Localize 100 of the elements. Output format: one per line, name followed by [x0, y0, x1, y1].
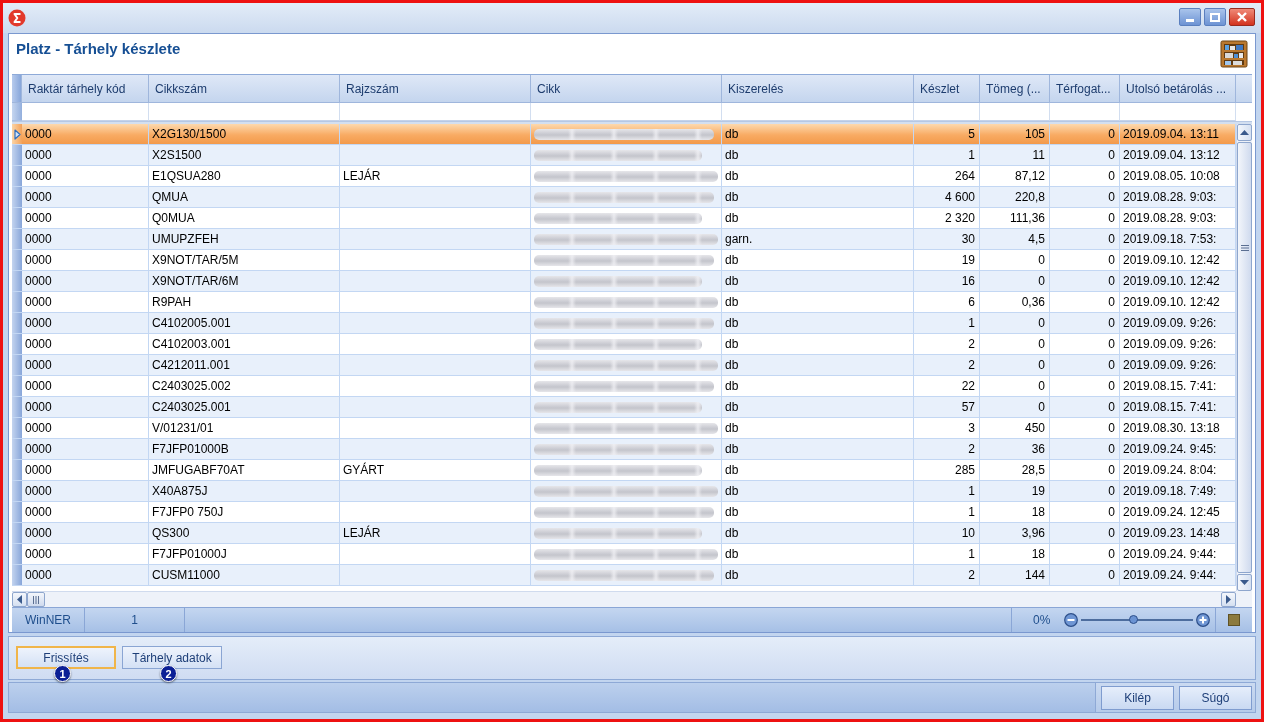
table-row[interactable]: 0000 JMFUGABF70AT GYÁRT db 285 28,5 0 2019.09.24. 8:04:	[12, 460, 1236, 481]
table-row[interactable]: 0000 X2S1500 db 1 11 0 2019.09.04. 13:12	[12, 145, 1236, 166]
filter-field[interactable]	[531, 103, 722, 121]
table-cell: C2403025.002	[149, 376, 340, 396]
table-cell: 30	[914, 229, 980, 249]
row-selector[interactable]	[12, 418, 22, 438]
action-button[interactable]: Tárhely adatok	[122, 646, 222, 669]
scroll-up-button[interactable]	[1237, 124, 1252, 141]
close-button[interactable]	[1229, 8, 1255, 26]
table-cell: db	[722, 523, 914, 543]
zoom-reading: 0%	[1033, 613, 1051, 627]
row-selector[interactable]	[12, 271, 22, 291]
table-cell: 0	[1050, 313, 1120, 333]
scroll-left-button[interactable]	[12, 592, 27, 607]
column-header[interactable]: Készlet	[914, 75, 980, 103]
table-row[interactable]: 0000 X40A875J db 1 19 0 2019.09.18. 7:49:	[12, 481, 1236, 502]
row-selector[interactable]	[12, 502, 22, 522]
row-selector[interactable]	[12, 544, 22, 564]
row-selector[interactable]	[12, 145, 22, 165]
column-header[interactable]: Térfogat...	[1050, 75, 1120, 103]
filter-field[interactable]	[722, 103, 914, 121]
table-cell: 0000	[22, 250, 149, 270]
horizontal-scrollbar[interactable]	[12, 591, 1236, 607]
table-cell: db	[722, 313, 914, 333]
table-row[interactable]: 0000 C2403025.001 db 57 0 0 2019.08.15. 7:41:	[12, 397, 1236, 418]
minimize-button[interactable]	[1179, 8, 1201, 26]
table-cell: F7JFP01000J	[149, 544, 340, 564]
table-cell: 6	[914, 292, 980, 312]
footer-button[interactable]: Kilép	[1101, 685, 1174, 710]
column-header[interactable]: Rajzszám	[340, 75, 531, 103]
row-selector[interactable]	[12, 187, 22, 207]
zoom-slider-thumb[interactable]	[1128, 615, 1138, 624]
column-header[interactable]: Cikk	[531, 75, 722, 103]
row-selector[interactable]	[12, 376, 22, 396]
filter-field[interactable]	[1120, 103, 1236, 121]
filter-field[interactable]	[149, 103, 340, 121]
filter-field[interactable]	[914, 103, 980, 121]
row-selector[interactable]	[12, 208, 22, 228]
table-cell: db	[722, 418, 914, 438]
filter-field[interactable]	[22, 103, 149, 121]
scroll-down-button[interactable]	[1237, 574, 1252, 591]
table-row[interactable]: 0000 QMUA db 4 600 220,8 0 2019.08.28. 9:03:	[12, 187, 1236, 208]
table-row[interactable]: 0000 X9NOT/TAR/6M db 16 0 0 2019.09.10. 12:42	[12, 271, 1236, 292]
row-selector[interactable]	[12, 229, 22, 249]
table-cell: V/01231/01	[149, 418, 340, 438]
action-button[interactable]: Frissítés	[16, 646, 116, 669]
row-selector[interactable]	[12, 334, 22, 354]
column-header[interactable]: Tömeg (...	[980, 75, 1050, 103]
row-selector[interactable]	[12, 439, 22, 459]
column-header[interactable]: Cikkszám	[149, 75, 340, 103]
table-row[interactable]: 0000 UMUPZFEH garn. 30 4,5 0 2019.09.18. 7:53:	[12, 229, 1236, 250]
maximize-button[interactable]	[1204, 8, 1226, 26]
table-cell: 111,36	[980, 208, 1050, 228]
table-row[interactable]: 0000 C4102003.001 db 2 0 0 2019.09.09. 9:26:	[12, 334, 1236, 355]
row-selector[interactable]	[12, 313, 22, 333]
zoom-in-icon[interactable]	[1196, 613, 1211, 627]
table-row[interactable]: 0000 F7JFP01000J db 1 18 0 2019.09.24. 9:44:	[12, 544, 1236, 565]
row-selector[interactable]	[12, 460, 22, 480]
table-cell: 18	[980, 544, 1050, 564]
table-row[interactable]: 0000 C4212011.001 db 2 0 0 2019.09.09. 9:26:	[12, 355, 1236, 376]
table-row[interactable]: 0000 QS300 LEJÁR db 10 3,96 0 2019.09.23. 14:48	[12, 523, 1236, 544]
row-selector[interactable]	[12, 565, 22, 585]
table-cell: 0	[1050, 187, 1120, 207]
column-header[interactable]: Raktár tárhely kód	[22, 75, 149, 103]
row-selector[interactable]	[12, 523, 22, 543]
table-cell: F7JFP01000B	[149, 439, 340, 459]
table-row[interactable]: 0000 X2G130/1500 db 5 105 0 2019.09.04. 13:11	[12, 124, 1236, 145]
table-cell: 0	[1050, 292, 1120, 312]
filter-field[interactable]	[980, 103, 1050, 121]
table-cell: 10	[914, 523, 980, 543]
table-row[interactable]: 0000 R9PAH db 6 0,36 0 2019.09.10. 12:42	[12, 292, 1236, 313]
column-header[interactable]: Kiszerelés	[722, 75, 914, 103]
table-cell: 2	[914, 439, 980, 459]
row-selector[interactable]	[12, 481, 22, 501]
table-row[interactable]: 0000 F7JFP0 750J db 1 18 0 2019.09.24. 12:45	[12, 502, 1236, 523]
table-row[interactable]: 0000 E1QSUA280 LEJÁR db 264 87,12 0 2019.08.05. 10:08	[12, 166, 1236, 187]
table-row[interactable]: 0000 Q0MUA db 2 320 111,36 0 2019.08.28. 9:03:	[12, 208, 1236, 229]
table-row[interactable]: 0000 CUSM11000 db 2 144 0 2019.09.24. 9:44:	[12, 565, 1236, 586]
table-row[interactable]: 0000 X9NOT/TAR/5M db 19 0 0 2019.09.10. 12:42	[12, 250, 1236, 271]
scroll-right-button[interactable]	[1221, 592, 1236, 607]
row-selector[interactable]	[12, 250, 22, 270]
row-selector[interactable]	[12, 397, 22, 417]
table-row[interactable]: 0000 V/01231/01 db 3 450 0 2019.08.30. 13:18	[12, 418, 1236, 439]
row-selector[interactable]	[12, 355, 22, 375]
table-row[interactable]: 0000 F7JFP01000B db 2 36 0 2019.09.24. 9:45:	[12, 439, 1236, 460]
table-row[interactable]: 0000 C2403025.002 db 22 0 0 2019.08.15. 7:41:	[12, 376, 1236, 397]
row-selector[interactable]	[12, 124, 22, 144]
filter-field[interactable]	[1050, 103, 1120, 121]
scrollbar-thumb[interactable]	[27, 592, 45, 607]
row-selector[interactable]	[12, 166, 22, 186]
table-cell: 0000	[22, 502, 149, 522]
table-row[interactable]: 0000 C4102005.001 db 1 0 0 2019.09.09. 9:26:	[12, 313, 1236, 334]
table-cell: 0	[1050, 250, 1120, 270]
table-cell: 0	[980, 355, 1050, 375]
zoom-out-icon[interactable]	[1064, 613, 1079, 627]
row-selector[interactable]	[12, 292, 22, 312]
filter-field[interactable]	[340, 103, 531, 121]
table-cell: 0	[1050, 439, 1120, 459]
column-header[interactable]: Utolsó betárolás ...	[1120, 75, 1236, 103]
footer-button[interactable]: Súgó	[1179, 685, 1252, 710]
